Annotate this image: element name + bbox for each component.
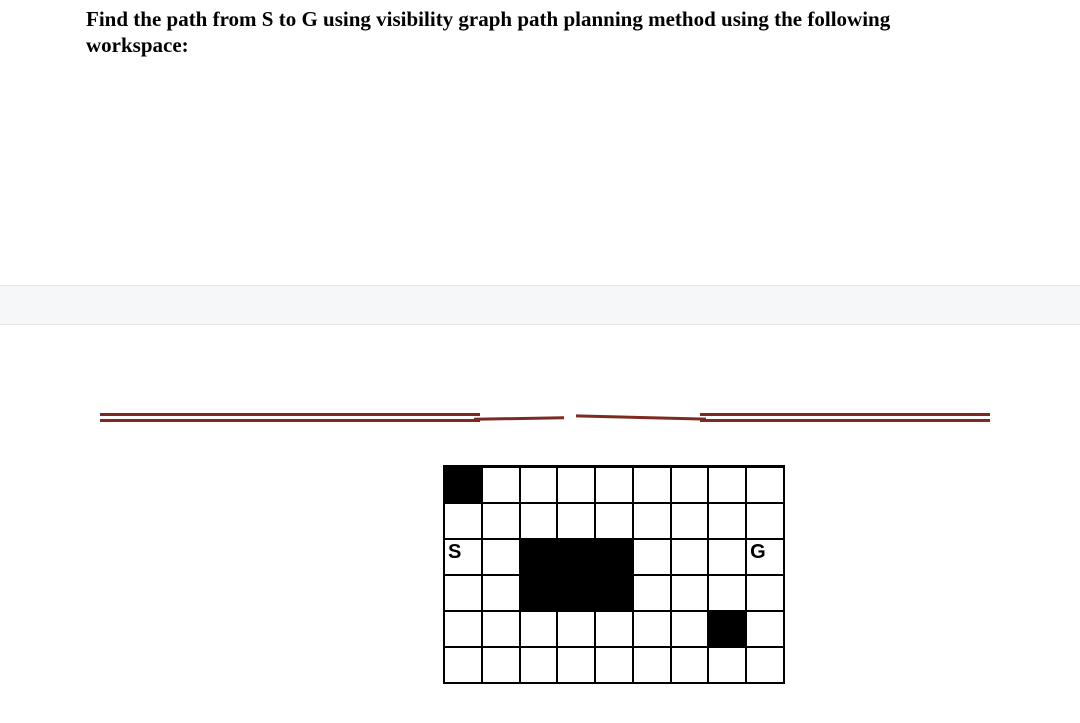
- free-cell: [595, 647, 633, 683]
- free-cell: [746, 575, 784, 611]
- question-line-1: Find the path from S to G using visibili…: [86, 7, 890, 31]
- free-cell: [633, 539, 671, 575]
- horizontal-double-rule: [100, 413, 990, 422]
- question-prompt: Find the path from S to G using visibili…: [86, 6, 990, 59]
- section-divider-band: [0, 285, 1080, 325]
- free-cell: [671, 647, 709, 683]
- free-cell: [708, 647, 746, 683]
- free-cell: [595, 467, 633, 503]
- free-cell: [746, 467, 784, 503]
- free-cell: [520, 647, 558, 683]
- free-cell: [633, 503, 671, 539]
- free-cell: [520, 611, 558, 647]
- free-cell: [520, 503, 558, 539]
- free-cell: [746, 611, 784, 647]
- obstacle-cell: [557, 575, 595, 611]
- free-cell: [482, 647, 520, 683]
- free-cell: [595, 611, 633, 647]
- free-cell: [708, 575, 746, 611]
- free-cell: [746, 647, 784, 683]
- obstacle-cell: [595, 539, 633, 575]
- obstacle-cell: [520, 539, 558, 575]
- free-cell: [708, 503, 746, 539]
- free-cell: [671, 575, 709, 611]
- free-cell: [444, 647, 482, 683]
- free-cell: [671, 611, 709, 647]
- free-cell: [708, 539, 746, 575]
- free-cell: [671, 539, 709, 575]
- free-cell: [671, 467, 709, 503]
- obstacle-cell: [444, 467, 482, 503]
- free-cell: [482, 503, 520, 539]
- free-cell: [633, 611, 671, 647]
- free-cell: [671, 503, 709, 539]
- free-cell: [557, 503, 595, 539]
- free-cell: [595, 503, 633, 539]
- start-cell: S: [444, 539, 482, 575]
- free-cell: [708, 467, 746, 503]
- workspace-grid-container: SG: [443, 465, 785, 684]
- free-cell: [482, 575, 520, 611]
- free-cell: [633, 647, 671, 683]
- free-cell: [444, 575, 482, 611]
- free-cell: [444, 503, 482, 539]
- workspace-grid: SG: [443, 465, 785, 684]
- obstacle-cell: [595, 575, 633, 611]
- free-cell: [557, 647, 595, 683]
- free-cell: [746, 503, 784, 539]
- free-cell: [557, 467, 595, 503]
- free-cell: [482, 467, 520, 503]
- free-cell: [633, 575, 671, 611]
- obstacle-cell: [520, 575, 558, 611]
- free-cell: [482, 539, 520, 575]
- question-line-2: workspace:: [86, 33, 189, 57]
- free-cell: [520, 467, 558, 503]
- obstacle-cell: [557, 539, 595, 575]
- goal-cell: G: [746, 539, 784, 575]
- obstacle-cell: [708, 611, 746, 647]
- free-cell: [444, 611, 482, 647]
- free-cell: [482, 611, 520, 647]
- free-cell: [557, 611, 595, 647]
- free-cell: [633, 467, 671, 503]
